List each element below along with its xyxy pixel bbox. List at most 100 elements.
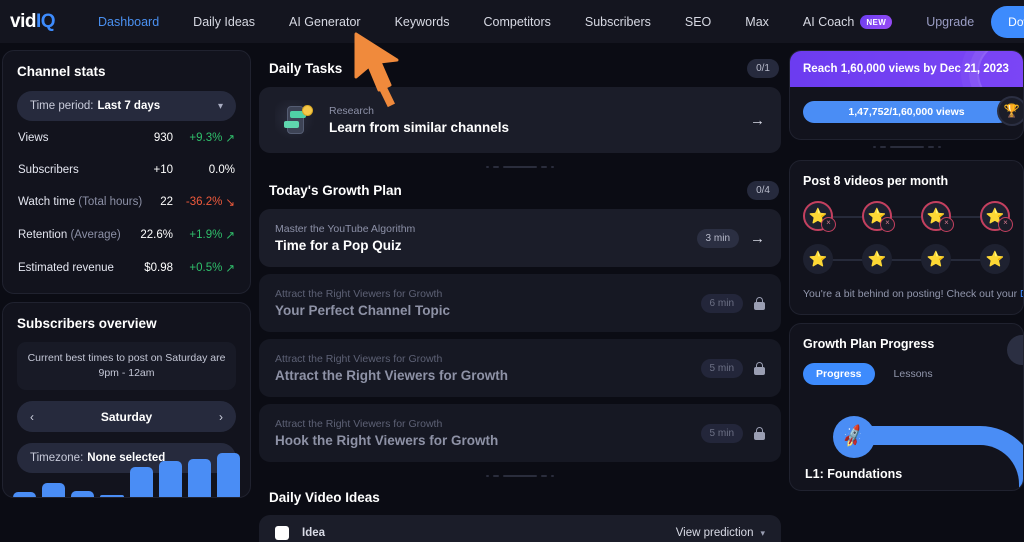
nav-item-ai-generator[interactable]: AI Generator xyxy=(272,15,378,29)
subscribers-bar-chart xyxy=(13,449,240,497)
nav-item-keywords[interactable]: Keywords xyxy=(378,15,467,29)
posting-goal-card: Post 8 videos per month ⭐ ⭐ ⭐ ⭐ ⭐ ⭐ ⭐ ⭐ You're… xyxy=(789,160,1024,315)
stat-delta-text: +9.3% xyxy=(189,132,223,144)
tab-progress[interactable]: Progress xyxy=(803,362,875,385)
level-node-l1[interactable]: 🚀 xyxy=(833,415,875,458)
time-period-label: Time period: xyxy=(30,100,94,112)
logo-vid-text: vid xyxy=(10,10,36,32)
growth-plan-title: Hook the Right Viewers for Growth xyxy=(275,433,499,448)
daily-task-title: Learn from similar channels xyxy=(329,120,510,135)
best-time-note: Current best times to post on Saturday a… xyxy=(17,342,236,391)
stat-delta: +9.3% ↗ xyxy=(173,131,235,145)
stat-row-subscribers: Subscribers +10 0.0% xyxy=(17,154,236,185)
tab-lessons[interactable]: Lessons xyxy=(881,363,946,385)
nav-item-max[interactable]: Max xyxy=(728,15,786,29)
posting-stars-row-1: ⭐ ⭐ ⭐ ⭐ xyxy=(803,201,1013,232)
posting-star-pending: ⭐ xyxy=(803,244,833,274)
vidiq-logo[interactable]: vidIQ xyxy=(10,10,56,33)
time-period-select[interactable]: Time period: Last 7 days ▾ xyxy=(17,91,236,121)
stat-value: +10 xyxy=(153,164,173,176)
nav-item-keywords-label: Keywords xyxy=(394,14,450,29)
section-divider xyxy=(259,160,781,172)
top-navigation-bar: vidIQ Dashboard Daily Ideas AI Generator… xyxy=(0,0,1024,43)
arrow-right-icon[interactable]: → xyxy=(750,112,765,129)
bar xyxy=(42,483,66,497)
ideas-column-idea: Idea xyxy=(302,527,326,539)
growth-plan-category: Attract the Right Viewers for Growth xyxy=(275,353,443,365)
level-node-label: L1: Foundations xyxy=(805,466,903,481)
channel-stats-card: Channel stats Time period: Last 7 days ▾… xyxy=(2,50,251,294)
new-badge: NEW xyxy=(860,14,893,29)
growth-plan-row[interactable]: Master the YouTube Algorithm Time for a … xyxy=(259,209,781,267)
growth-plan-title: Time for a Pop Quiz xyxy=(275,238,402,253)
stat-delta: 0.0% xyxy=(173,164,235,176)
nav-item-ai-coach[interactable]: AI Coach NEW xyxy=(786,14,909,29)
stat-label-sub: (Total hours) xyxy=(78,196,143,208)
daily-task-row[interactable]: Research Learn from similar channels → xyxy=(259,87,781,153)
posting-star-pending: ⭐ xyxy=(980,244,1010,274)
nav-item-competitors-label: Competitors xyxy=(483,14,551,29)
nav-item-seo[interactable]: SEO xyxy=(668,15,728,29)
daily-ideas-link[interactable]: Daily Ideas xyxy=(1020,288,1023,300)
stat-value: 22 xyxy=(160,196,173,208)
middle-column: Daily Tasks 0/1 Research Learn from simi… xyxy=(259,50,781,542)
section-divider xyxy=(789,140,1024,152)
stat-label-sub: (Average) xyxy=(70,229,121,241)
posting-goal-note: You're a bit behind on posting! Check ou… xyxy=(803,287,1023,303)
bar xyxy=(187,459,211,497)
nav-item-max-label: Max xyxy=(745,14,769,29)
stat-label-text: Watch time xyxy=(18,196,76,208)
lock-icon xyxy=(754,361,765,375)
nav-item-seo-label: SEO xyxy=(684,14,712,29)
nav-right-group: Download Extension xyxy=(991,5,1024,38)
stat-label-text: Views xyxy=(18,132,49,144)
arrow-right-icon[interactable]: → xyxy=(750,230,765,247)
stat-delta: +0.5% ↗ xyxy=(173,261,235,275)
level-path: 🚀 L1: Foundations xyxy=(790,410,1023,490)
nav-item-daily-ideas[interactable]: Daily Ideas xyxy=(176,15,272,29)
posting-note-before: You're a bit behind on posting! Check ou… xyxy=(803,288,1018,300)
stat-value: 930 xyxy=(153,132,173,144)
view-prediction-label: View prediction xyxy=(675,527,754,539)
nav-item-dashboard[interactable]: Dashboard xyxy=(81,15,176,29)
growth-plan-row[interactable]: Attract the Right Viewers for Growth Att… xyxy=(259,339,781,397)
download-extension-button[interactable]: Download Extension xyxy=(991,5,1024,38)
growth-plan-text: Attract the Right Viewers for Growth You… xyxy=(275,288,450,318)
bar xyxy=(71,491,95,497)
stat-row-retention: Retention (Average) 22.6% +1.9% ↗ xyxy=(17,218,236,251)
next-day-button[interactable]: › xyxy=(219,410,223,424)
bar xyxy=(216,453,240,497)
vidiq-dashboard: vidIQ Dashboard Daily Ideas AI Generator… xyxy=(0,0,1024,542)
nav-item-competitors[interactable]: Competitors xyxy=(466,15,567,29)
nav-item-subscribers-label: Subscribers xyxy=(584,14,651,29)
growth-plan-row[interactable]: Attract the Right Viewers for Growth Hoo… xyxy=(259,404,781,462)
growth-plan-row[interactable]: Attract the Right Viewers for Growth You… xyxy=(259,274,781,332)
stat-value: 22.6% xyxy=(140,229,173,241)
view-prediction-dropdown[interactable]: View prediction ▾ xyxy=(676,527,765,539)
nav-item-daily-ideas-label: Daily Ideas xyxy=(193,14,256,29)
growth-plan-title: Attract the Right Viewers for Growth xyxy=(275,368,509,383)
growth-plan-count-badge: 0/4 xyxy=(747,181,779,200)
lock-icon xyxy=(754,296,765,310)
day-selector[interactable]: ‹ Saturday › xyxy=(17,401,236,433)
nav-item-subscribers[interactable]: Subscribers xyxy=(568,15,668,29)
views-goal-card: Reach 1,60,000 views by Dec 21, 2023 1,4… xyxy=(789,50,1024,140)
views-goal-progress-bar: 1,47,752/1,60,000 views xyxy=(803,101,1010,123)
posting-star-pending: ⭐ xyxy=(921,244,951,274)
select-all-checkbox[interactable] xyxy=(275,526,289,540)
nav-item-upgrade[interactable]: Upgrade xyxy=(909,15,991,29)
growth-plan-category: Attract the Right Viewers for Growth xyxy=(275,288,443,300)
duration-badge: 5 min xyxy=(700,358,743,378)
daily-video-ideas-header: Daily Video Ideas xyxy=(259,481,781,514)
growth-plan-text: Master the YouTube Algorithm Time for a … xyxy=(275,223,415,253)
stat-delta: +1.9% ↗ xyxy=(173,228,235,242)
chevron-down-icon: ▾ xyxy=(217,100,223,112)
nav-links: Dashboard Daily Ideas AI Generator Keywo… xyxy=(81,14,991,29)
views-goal-progress-text: 1,47,752/1,60,000 views xyxy=(848,106,965,118)
posting-star-missed: ⭐ xyxy=(803,201,836,232)
stat-label: Watch time (Total hours) xyxy=(18,196,142,208)
trend-up-icon: ↗ xyxy=(225,133,235,145)
stat-label: Views xyxy=(18,132,48,144)
stat-delta-text: +1.9% xyxy=(189,229,223,241)
nav-item-ai-generator-label: AI Generator xyxy=(289,14,361,29)
